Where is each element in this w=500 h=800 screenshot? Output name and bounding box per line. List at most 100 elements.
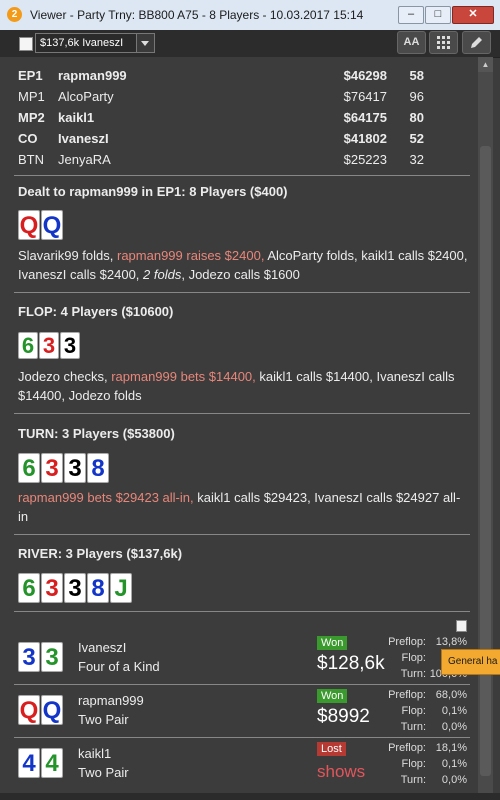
- edit-button[interactable]: [462, 31, 491, 54]
- preflop-equity: 18,1%: [435, 742, 467, 754]
- position-label: BTN: [18, 152, 44, 167]
- player-bb: 52: [409, 131, 424, 146]
- hand-rank: Four of a Kind: [78, 659, 160, 674]
- card: 8: [87, 573, 109, 603]
- divider: [14, 413, 470, 414]
- river-cards: 6 3 3 8 J: [18, 573, 132, 603]
- preflop-label: Preflop:: [388, 636, 426, 648]
- card: 3: [60, 332, 80, 359]
- pot-amount: $8992: [317, 706, 370, 727]
- divider: [14, 611, 470, 612]
- hand-rank: Two Pair: [78, 765, 129, 780]
- minimize-button[interactable]: –: [398, 6, 424, 24]
- card: 4: [41, 748, 63, 778]
- flop-label: Flop:: [401, 758, 426, 770]
- action-text: Jodezo checks,: [18, 369, 112, 384]
- player-name: IvaneszI: [78, 640, 127, 655]
- equity-labels: Preflop: Flop: Turn:: [378, 687, 426, 735]
- window-titlebar[interactable]: 2 Viewer - Party Trny: BB800 A75 - 8 Pla…: [0, 0, 500, 31]
- player-stack: $25223: [343, 152, 387, 167]
- player-bb: 80: [409, 110, 424, 125]
- status-badge: Won: [317, 636, 348, 650]
- position-label: MP1: [18, 89, 45, 104]
- action-text: , Jodezo calls $1600: [181, 267, 300, 282]
- position-row: MP1 AlcoParty $76417 96: [18, 87, 438, 108]
- position-label: CO: [18, 131, 38, 146]
- turn-label: Turn:: [400, 668, 426, 680]
- card: 8: [87, 453, 109, 483]
- position-row: MP2 kaikl1 $64175 80: [18, 108, 438, 129]
- position-label: MP2: [18, 110, 45, 125]
- scrollbar-thumb[interactable]: [480, 146, 491, 776]
- divider: [14, 175, 470, 176]
- turn-title: TURN: 3 Players ($53800): [18, 426, 175, 441]
- maximize-icon: □: [434, 8, 442, 20]
- pot-amount: $128,6k: [317, 653, 385, 674]
- flop-cards: 6 3 3: [18, 332, 80, 359]
- card: 3: [41, 642, 63, 672]
- equity-labels: Preflop: Flop: Turn:: [378, 634, 426, 682]
- player-name: JenyaRA: [58, 152, 111, 167]
- hero-action: rapman999 bets $29423 all-in,: [18, 490, 194, 505]
- flop-title: FLOP: 4 Players ($10600): [18, 304, 174, 319]
- player-name: kaikl1: [58, 110, 95, 125]
- player-select-value: $137,6k IvaneszI: [40, 37, 124, 49]
- card: 3: [41, 573, 63, 603]
- window-title: Viewer - Party Trny: BB800 A75 - 8 Playe…: [30, 8, 364, 22]
- turn-cards: 6 3 3 8: [18, 453, 109, 483]
- card: 3: [41, 453, 63, 483]
- player-stack: $76417: [343, 89, 387, 104]
- folds-summary: 2 folds: [143, 267, 182, 282]
- player-stack: $46298: [343, 68, 387, 83]
- grid-icon: [437, 36, 450, 49]
- card: Q: [41, 210, 63, 240]
- preflop-equity: 68,0%: [435, 689, 467, 701]
- card: J: [110, 573, 132, 603]
- divider: [14, 534, 470, 535]
- pencil-icon: [471, 37, 482, 48]
- positions-table: EP1 rapman999 $46298 58 MP1 AlcoParty $7…: [18, 66, 438, 171]
- card: 6: [18, 573, 40, 603]
- card: Q: [41, 695, 63, 725]
- turn-equity: 0,0%: [441, 721, 467, 733]
- card: 3: [64, 453, 86, 483]
- equity-labels: Preflop: Flop: Turn:: [378, 740, 426, 788]
- result-row: Q Q rapman999 Two Pair Won $8992 Preflop…: [0, 685, 478, 737]
- font-size-button[interactable]: AA: [397, 31, 426, 54]
- maximize-button[interactable]: □: [425, 6, 451, 24]
- card: 3: [39, 332, 59, 359]
- status-bar: [0, 793, 500, 800]
- grid-button[interactable]: [429, 31, 458, 54]
- flop-actions: Jodezo checks, rapman999 bets $14400, ka…: [18, 367, 470, 405]
- shown-cards: 4 4: [18, 748, 63, 778]
- equity-values: 68,0% 0,1% 0,0%: [428, 687, 467, 735]
- hand-rank: Two Pair: [78, 712, 129, 727]
- player-name: kaikl1: [78, 746, 112, 761]
- minimize-icon: –: [407, 8, 415, 20]
- river-title: RIVER: 3 Players ($137,6k): [18, 546, 183, 561]
- hero-action: rapman999 raises $2400,: [117, 248, 265, 263]
- status-badge: Lost: [317, 742, 346, 756]
- player-bb: 96: [409, 89, 424, 104]
- player-select[interactable]: $137,6k IvaneszI: [35, 33, 155, 53]
- flop-label: Flop:: [401, 652, 426, 664]
- flop-equity: 0,1%: [441, 705, 467, 717]
- chevron-down-icon[interactable]: [136, 34, 154, 52]
- note-icon[interactable]: [456, 620, 467, 632]
- close-icon: ✕: [468, 8, 478, 20]
- toolbar-checkbox[interactable]: [19, 37, 33, 51]
- result-row: 4 4 kaikl1 Two Pair Lost shows Preflop: …: [0, 738, 478, 790]
- card: Q: [18, 210, 40, 240]
- preflop-actions: Slavarik99 folds, rapman999 raises $2400…: [18, 246, 470, 284]
- close-button[interactable]: ✕: [452, 6, 494, 24]
- card: Q: [18, 695, 40, 725]
- hero-action: rapman999 bets $14400,: [111, 369, 256, 384]
- turn-label: Turn:: [400, 774, 426, 786]
- equity-values: 18,1% 0,1% 0,0%: [428, 740, 467, 788]
- card: 6: [18, 453, 40, 483]
- divider: [14, 292, 470, 293]
- flop-equity: 0,1%: [441, 758, 467, 770]
- app-icon: 2: [7, 7, 22, 22]
- scroll-up-icon[interactable]: ▲: [478, 57, 493, 72]
- position-label: EP1: [18, 68, 43, 83]
